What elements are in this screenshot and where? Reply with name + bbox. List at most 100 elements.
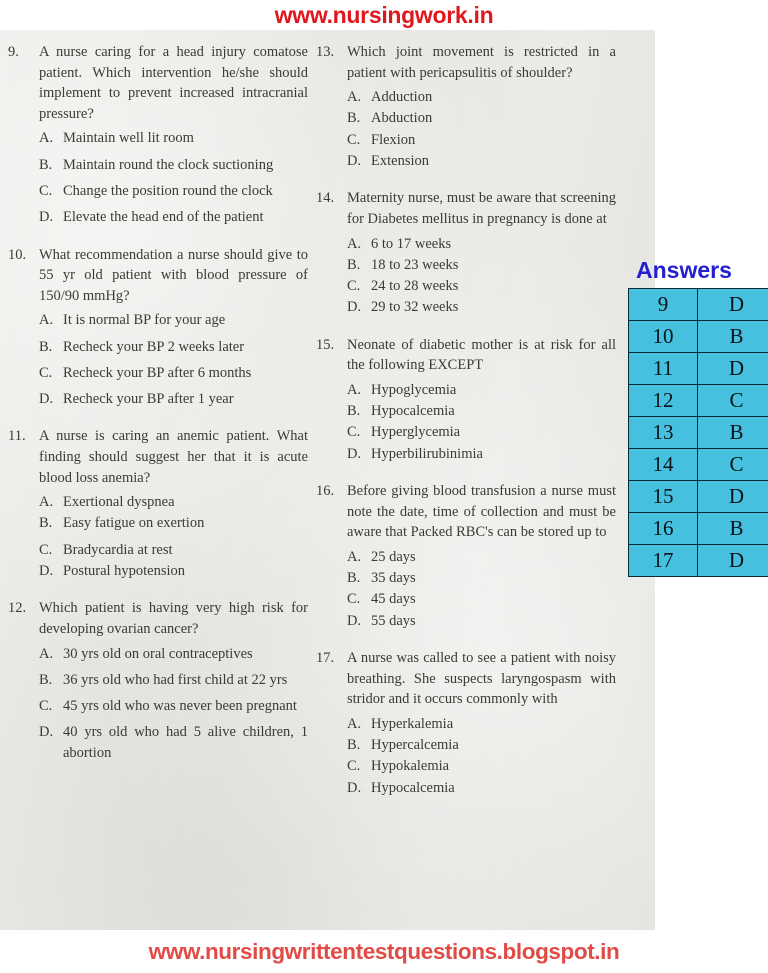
answers-row: 14 C [628,448,768,482]
option-row[interactable]: A. Hypoglycemia [347,380,616,400]
option-list: A. 25 days B. 35 days C. 45 days D. 55 days [316,547,616,631]
option-row[interactable]: B. Hypocalcemia [347,401,616,421]
option-letter: A. [39,130,54,147]
option-row[interactable]: C. Bradycardia at rest [39,540,308,560]
option-row[interactable]: B. 35 days [347,568,616,588]
option-row[interactable]: A. Hyperkalemia [347,714,616,734]
option-letter: D. [347,153,362,170]
option-row[interactable]: A. Maintain well lit room [39,128,308,148]
option-letter: C. [39,698,53,715]
option-list: A. 6 to 17 weeks B. 18 to 23 weeks C. 24 to 2… [316,234,616,318]
footer-site-url: www.nursingwrittentestquestions.blogspot… [148,938,620,964]
question-number: 16. [316,483,335,500]
option-row[interactable]: C. Hyperglycemia [347,422,616,442]
question-header: 17. A nurse was called to see a patient w… [316,648,616,710]
option-row[interactable]: D. 29 to 32 weeks [347,297,616,317]
question-block: 10. What recommendation a nurse should gi… [8,245,308,410]
answer-letter: D [697,352,768,386]
option-text: 55 days [371,612,416,629]
option-row[interactable]: C. 45 days [347,589,616,609]
answer-question-number: 14 [628,448,698,482]
option-row[interactable]: B. Easy fatigue on exertion [39,513,308,533]
option-row[interactable]: C. Change the position round the clock [39,181,308,201]
question-column-right: 13. Which joint movement is restricted in… [316,42,616,815]
question-number: 12. [8,600,27,617]
question-header: 16. Before giving blood transfusion a nur… [316,481,616,543]
question-number: 9. [8,44,19,60]
option-text: It is normal BP for your age [63,312,226,329]
option-row[interactable]: D. Hyperbilirubinimia [347,444,616,464]
option-row[interactable]: B. Abduction [347,108,616,128]
question-header: 11. A nurse is caring an anemic patient. … [8,426,308,488]
option-row[interactable]: D. Extension [347,151,616,171]
option-letter: A. [347,235,362,252]
answers-row: 12 C [628,384,768,418]
option-row[interactable]: D. Postural hypotension [39,561,308,581]
option-row[interactable]: D. 55 days [347,611,616,631]
answer-letter: D [697,480,768,514]
option-row[interactable]: A. Exertional dyspnea [39,492,308,512]
option-letter: B. [39,156,53,173]
option-list: A. Hypoglycemia B. Hypocalcemia C. Hyperglyce… [316,380,616,464]
option-letter: A. [347,715,362,732]
option-letter: D. [39,724,54,741]
answer-letter: D [697,288,768,322]
option-row[interactable]: D. Recheck your BP after 1 year [39,389,308,409]
question-header: 15. Neonate of diabetic mother is at risk… [316,335,616,376]
option-row[interactable]: C. Flexion [347,130,616,150]
option-text: 29 to 32 weeks [371,299,459,316]
option-letter: B. [39,515,53,532]
option-row[interactable]: D. Elevate the head end of the patient [39,207,308,227]
answers-row: 15 D [628,480,768,514]
option-row[interactable]: B. 36 yrs old who had first child at 22 y… [39,670,308,690]
option-text: 24 to 28 weeks [371,278,459,295]
top-site-banner: www.nursingwork.in [0,0,768,30]
question-column-left: 9. A nurse caring for a head injury comat… [8,42,308,780]
question-block: 13. Which joint movement is restricted in… [316,42,616,171]
answer-question-number: 11 [628,352,698,386]
question-stem: Before giving blood transfusion a nurse … [347,483,616,541]
answers-title: Answers [636,257,732,283]
question-block: 17. A nurse was called to see a patient w… [316,648,616,798]
option-letter: C. [347,131,361,148]
question-stem: A nurse was called to see a patient with… [347,649,616,708]
option-row[interactable]: A. 25 days [347,547,616,567]
question-number: 14. [316,190,335,207]
option-row[interactable]: B. Maintain round the clock suctioning [39,155,308,175]
answer-question-number: 10 [628,320,698,354]
option-row[interactable]: B. Recheck your BP 2 weeks later [39,337,308,357]
answers-row: 10 B [628,320,768,354]
option-text: Maintain well lit room [63,130,194,147]
option-text: 36 yrs old who had first child at 22 yrs [63,671,288,688]
answer-question-number: 17 [628,544,698,578]
option-letter: D. [347,612,362,629]
question-number: 17. [316,649,335,666]
option-row[interactable]: A. Adduction [347,87,616,107]
option-letter: B. [347,256,361,273]
option-text: 25 days [371,548,416,565]
option-text: Hypoglycemia [371,381,457,398]
option-row[interactable]: A. 6 to 17 weeks [347,234,616,254]
option-row[interactable]: C. 24 to 28 weeks [347,276,616,296]
option-text: 35 days [371,570,416,587]
answer-letter: B [697,320,768,354]
option-row[interactable]: D. Hypocalcemia [347,778,616,798]
question-stem: Which patient is having very high risk f… [39,600,308,637]
question-stem: Maternity nurse, must be aware that scre… [347,190,616,227]
option-text: 30 yrs old on oral contraceptives [63,645,253,662]
question-number: 11. [8,428,26,445]
answer-letter: C [697,448,768,482]
option-row[interactable]: D. 40 yrs old who had 5 alive children, 1… [39,722,308,763]
option-row[interactable]: C. Hypokalemia [347,756,616,776]
option-list: A. Maintain well lit room B. Maintain round… [8,128,308,227]
option-row[interactable]: A. It is normal BP for your age [39,310,308,330]
option-row[interactable]: B. 18 to 23 weeks [347,255,616,275]
option-row[interactable]: B. Hypercalcemia [347,735,616,755]
option-row[interactable]: A. 30 yrs old on oral contraceptives [39,644,308,664]
option-letter: B. [347,736,361,753]
option-text: Recheck your BP 2 weeks later [63,338,245,355]
option-row[interactable]: C. Recheck your BP after 6 months [39,363,308,383]
option-row[interactable]: C. 45 yrs old who was never been pregnant [39,696,308,716]
question-header: 10. What recommendation a nurse should gi… [8,245,308,307]
option-letter: D. [347,779,362,796]
